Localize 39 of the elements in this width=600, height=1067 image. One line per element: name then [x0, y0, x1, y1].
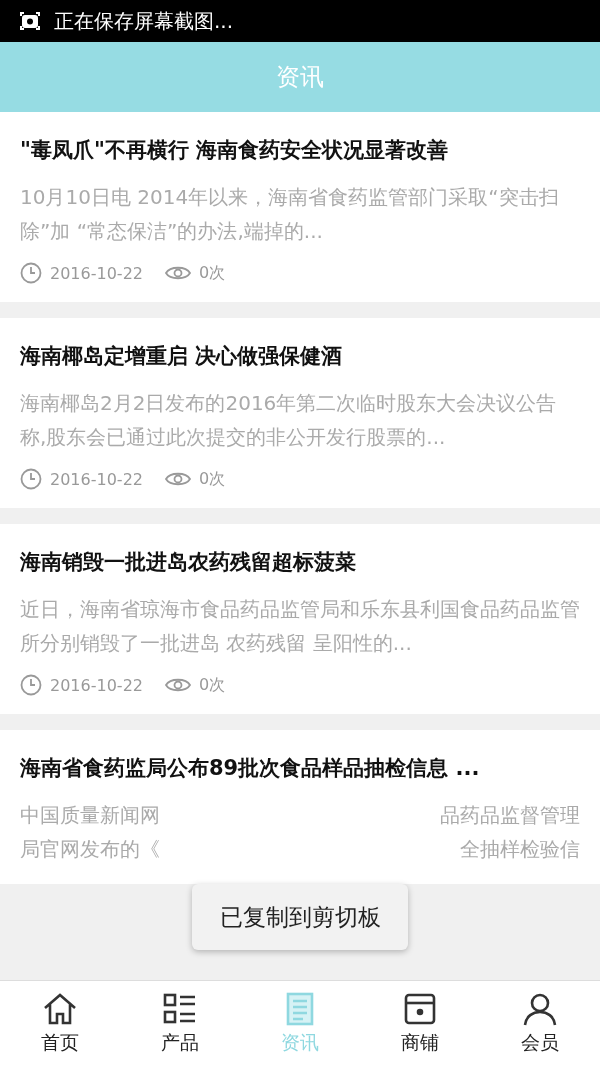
article-title: 海南椰岛定增重启 决心做强保健酒 [20, 343, 344, 370]
tab-item[interactable]: 会员 [480, 981, 600, 1067]
eye-icon [165, 264, 191, 282]
article-card[interactable]: 海南椰岛定增重启 决心做强保健酒 海南椰岛2月2日发布的2016年第二次临时股东大会决议公告称,股东会已通过此次提交的非公开发行股票的... 2016-10-22 0次 [0, 318, 600, 508]
article-date: 2016-10-22 [50, 263, 143, 283]
home-icon [42, 992, 78, 1026]
article-title: 海南销毁一批进岛农药残留超标菠菜 [20, 549, 357, 576]
article-title: "毒凤爪"不再横行 海南食药安全状况显著改善 [20, 137, 450, 164]
tab-item[interactable]: 商铺 [360, 981, 480, 1067]
article-summary: 10月10日电 2014年以来，海南省食药监管部门采取“突击扫除”加 “常态保洁”的办法,端掉的... [20, 184, 560, 245]
tab-item[interactable]: 首页 [0, 981, 120, 1067]
status-text: 正在保存屏幕截图... [54, 7, 234, 35]
article-title: 海南省食药监局公布89批次食品样品抽检信息 ... [20, 755, 481, 782]
shop-icon [402, 992, 438, 1026]
view-count: 0次 [199, 674, 226, 696]
view-count: 0次 [199, 262, 226, 284]
article-summary: 中国质量新闻网 [20, 802, 160, 829]
clock-icon [20, 468, 42, 490]
eye-icon [165, 676, 191, 694]
article-card[interactable]: 海南省食药监局公布89批次食品样品抽检信息 ... 中国质量新闻网 品药品监督管理 局官网发布的《 全抽样检验信 [0, 730, 600, 884]
page-title: 资讯 [276, 62, 324, 93]
article-card[interactable]: "毒凤爪"不再横行 海南食药安全状况显著改善 10月10日电 2014年以来，海南省食药监管部门采取“突击扫除”加 “常态保洁”的办法,端掉的... 2016-10-22 0次 [0, 112, 600, 302]
article-date: 2016-10-22 [50, 675, 143, 695]
view-count: 0次 [199, 468, 226, 490]
article-summary: 全抽样检验信 [460, 836, 580, 863]
screenshot-icon [20, 12, 40, 30]
tab-item[interactable]: 产品 [120, 981, 240, 1067]
article-summary: 品药品监督管理 [440, 802, 580, 829]
article-summary: 近日，海南省琼海市食品药品监管局和乐东县利国食品药品监管所分别销毁了一批进岛 农药残留 呈阳性的... [20, 596, 580, 657]
grid-list-icon [162, 992, 198, 1026]
eye-icon [165, 470, 191, 488]
clock-icon [20, 262, 42, 284]
article-summary: 海南椰岛2月2日发布的2016年第二次临时股东大会决议公告称,股东会已通过此次提交的非公开发行股票的... [20, 390, 558, 451]
user-icon [522, 992, 558, 1026]
article-summary: 局官网发布的《 [20, 836, 160, 863]
article-card[interactable]: 海南销毁一批进岛农药残留超标菠菜 近日，海南省琼海市食品药品监管局和乐东县利国食品药品监管所分别销毁了一批进岛 农药残留 呈阳性的... 2016-10-22 0次 [0, 524, 600, 714]
clock-icon [20, 674, 42, 696]
toast-message: 已复制到剪切板 [192, 884, 408, 950]
article-date: 2016-10-22 [50, 469, 143, 489]
